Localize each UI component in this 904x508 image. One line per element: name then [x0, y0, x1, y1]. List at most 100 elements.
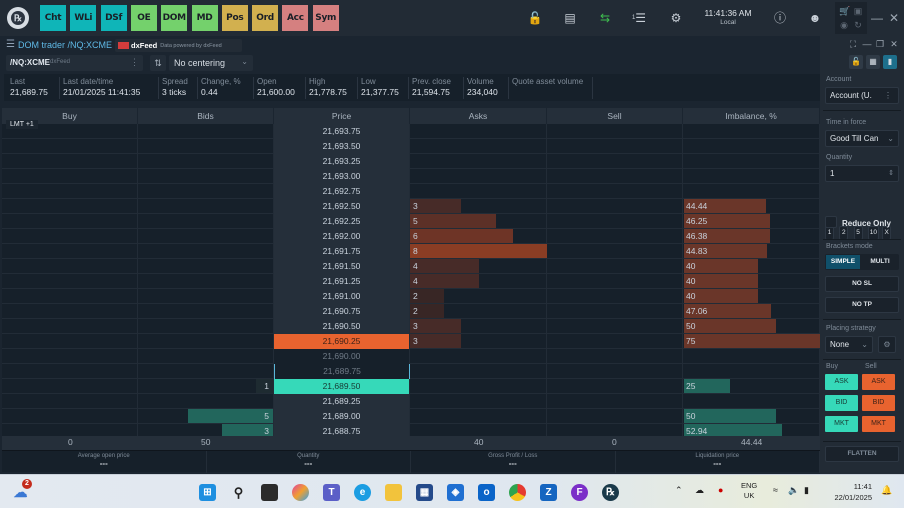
- price-cell[interactable]: 21,690.75: [274, 304, 410, 319]
- price-cell[interactable]: 21,691.25: [274, 274, 410, 289]
- buy-cell[interactable]: [2, 214, 138, 229]
- price-cell[interactable]: 21,692.25: [274, 214, 410, 229]
- panel-toggle-icon[interactable]: ▮: [883, 55, 897, 69]
- price-cell[interactable]: 21,692.75: [274, 184, 410, 199]
- reduce-only-checkbox[interactable]: [825, 216, 837, 228]
- volume-icon[interactable]: 🔈: [788, 485, 799, 496]
- brackets-multi-button[interactable]: MULTI: [862, 255, 898, 269]
- asks-cell[interactable]: [410, 379, 547, 394]
- sell-cell[interactable]: [547, 184, 683, 199]
- battery-icon[interactable]: ▮: [804, 485, 809, 496]
- take-profit-button[interactable]: NO TP: [825, 297, 899, 313]
- buy-cell[interactable]: [2, 394, 138, 409]
- show-hidden-icon[interactable]: ⌃: [675, 485, 683, 496]
- strategy-dropdown[interactable]: None ⌄: [825, 336, 873, 353]
- sell-bid-button[interactable]: BID: [862, 395, 895, 411]
- price-cell[interactable]: 21,693.25: [274, 154, 410, 169]
- taskbar-clock[interactable]: 11:41 22/01/2025: [826, 481, 872, 503]
- copilot-icon[interactable]: [292, 484, 309, 501]
- asks-cell[interactable]: [410, 124, 547, 139]
- sell-cell[interactable]: [547, 274, 683, 289]
- stepper-icon[interactable]: ⇕: [888, 166, 894, 181]
- bids-cell[interactable]: [138, 184, 274, 199]
- buy-cell[interactable]: [2, 409, 138, 424]
- buy-ask-button[interactable]: ASK: [825, 374, 858, 390]
- buy-bid-button[interactable]: BID: [825, 395, 858, 411]
- asks-cell[interactable]: [410, 169, 547, 184]
- price-cell[interactable]: 21,693.00: [274, 169, 410, 184]
- price-cell[interactable]: 21,692.50: [274, 199, 410, 214]
- buy-cell[interactable]: [2, 199, 138, 214]
- close-icon[interactable]: ✕: [886, 10, 902, 26]
- centering-dropdown[interactable]: No centering ⌄: [169, 55, 253, 71]
- buy-cell[interactable]: [2, 379, 138, 394]
- quantity-preset-1[interactable]: 1: [825, 226, 834, 240]
- buy-cell[interactable]: [2, 244, 138, 259]
- buy-cell[interactable]: [2, 364, 138, 379]
- app-button-wli[interactable]: WLi: [70, 5, 97, 31]
- sell-mkt-button[interactable]: MKT: [862, 416, 895, 432]
- onedrive-icon[interactable]: ☁: [695, 485, 704, 496]
- symbol-selector[interactable]: /NQ:XCME dxFeed ⋮: [6, 55, 143, 71]
- bids-cell[interactable]: [138, 274, 274, 289]
- sell-cell[interactable]: [547, 379, 683, 394]
- outlook-icon[interactable]: o: [478, 484, 495, 501]
- price-cell[interactable]: 21,689.00: [274, 409, 410, 424]
- bids-cell[interactable]: [138, 334, 274, 349]
- bids-cell[interactable]: [138, 169, 274, 184]
- price-cell[interactable]: 21,690.50: [274, 319, 410, 334]
- bids-cell[interactable]: [138, 319, 274, 334]
- teams-icon[interactable]: T: [323, 484, 340, 501]
- strategy-settings-button[interactable]: ⚙: [878, 336, 896, 353]
- sell-cell[interactable]: [547, 244, 683, 259]
- sell-cell[interactable]: [547, 289, 683, 304]
- quantity-input[interactable]: 1 ⇕: [825, 165, 899, 182]
- column-header-imbalance[interactable]: Imbalance, %: [683, 108, 820, 124]
- bids-cell[interactable]: [138, 289, 274, 304]
- task-view-icon[interactable]: [261, 484, 278, 501]
- price-cell[interactable]: 21,689.25: [274, 394, 410, 409]
- sell-cell[interactable]: [547, 154, 683, 169]
- bids-cell[interactable]: [138, 214, 274, 229]
- lock-panel-icon[interactable]: 🔓: [849, 55, 863, 69]
- bids-cell[interactable]: [138, 349, 274, 364]
- buy-cell[interactable]: [2, 154, 138, 169]
- buy-cell[interactable]: [2, 319, 138, 334]
- price-cell[interactable]: 21,690.25: [274, 334, 410, 349]
- sell-ask-button[interactable]: ASK: [862, 374, 895, 390]
- asks-cell[interactable]: 3: [410, 334, 547, 349]
- asks-cell[interactable]: [410, 184, 547, 199]
- swap-icon[interactable]: ⇆: [597, 10, 613, 26]
- buy-cell[interactable]: [2, 259, 138, 274]
- keyboard-icon[interactable]: ▦: [866, 55, 880, 69]
- file-explorer-icon[interactable]: [385, 484, 402, 501]
- lock-icon[interactable]: 🔓: [527, 10, 543, 26]
- edge-icon[interactable]: e: [354, 484, 371, 501]
- app-cube-icon[interactable]: ◈: [447, 484, 464, 501]
- column-header-price[interactable]: Price: [274, 108, 410, 124]
- gear-icon[interactable]: ⚙: [668, 10, 684, 26]
- price-cell[interactable]: 21,689.75: [274, 364, 410, 379]
- minimize-icon[interactable]: —: [869, 10, 885, 26]
- bids-cell[interactable]: [138, 259, 274, 274]
- help-icon[interactable]: ⓘ: [772, 10, 788, 26]
- briefcase-icon[interactable]: ▣: [853, 6, 863, 16]
- user-icon[interactable]: ☻: [807, 10, 823, 26]
- close-window-icon[interactable]: ✕: [889, 39, 899, 50]
- buy-cell[interactable]: [2, 274, 138, 289]
- app-button-cht[interactable]: Cht: [40, 5, 66, 31]
- language-indicator[interactable]: ENG UK: [741, 481, 757, 501]
- restore-icon[interactable]: ❐: [875, 39, 885, 50]
- asks-cell[interactable]: 6: [410, 229, 547, 244]
- buy-cell[interactable]: [2, 304, 138, 319]
- asks-cell[interactable]: [410, 154, 547, 169]
- trading-app-icon[interactable]: ℞: [602, 484, 619, 501]
- app-button-dsf[interactable]: DSf: [100, 5, 127, 31]
- asks-cell[interactable]: [410, 349, 547, 364]
- buy-cell[interactable]: [2, 334, 138, 349]
- bids-cell[interactable]: [138, 229, 274, 244]
- bids-cell[interactable]: 1: [138, 379, 274, 394]
- sell-cell[interactable]: [547, 319, 683, 334]
- buy-cell[interactable]: [2, 139, 138, 154]
- buy-cell[interactable]: [2, 229, 138, 244]
